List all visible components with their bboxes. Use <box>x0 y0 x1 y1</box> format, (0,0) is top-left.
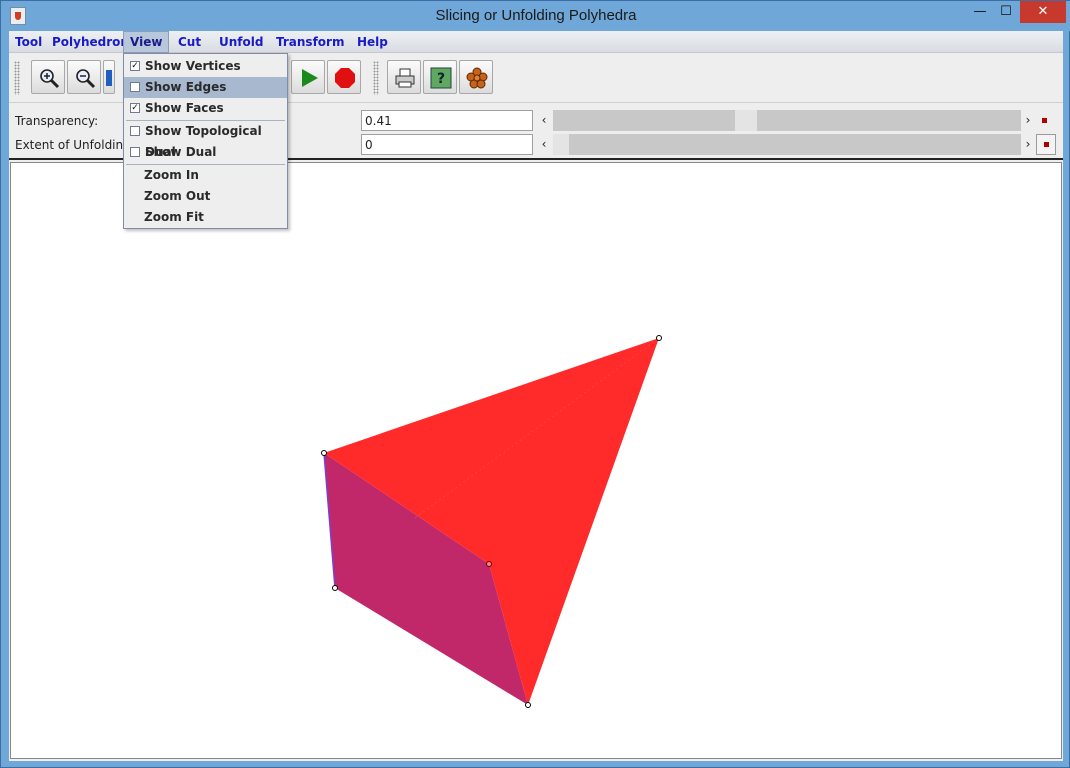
menu-item-zoom-fit[interactable]: Zoom Fit <box>124 207 287 228</box>
stop-button[interactable] <box>327 60 361 94</box>
vertex[interactable] <box>321 450 327 456</box>
menu-item-label: Show Dual <box>145 145 217 159</box>
fit-icon <box>106 70 112 86</box>
menu-cut[interactable]: Cut <box>172 31 207 53</box>
play-icon <box>302 69 318 87</box>
transparency-thumb[interactable] <box>735 110 757 131</box>
checkbox-unchecked-icon[interactable] <box>130 147 140 157</box>
fit-button[interactable] <box>103 60 115 94</box>
unfolding-right-arrow[interactable]: › <box>1021 134 1035 155</box>
polyhedron-button[interactable] <box>459 60 493 94</box>
title-bar: Slicing or Unfolding Polyhedra — ☐ ✕ <box>1 1 1070 31</box>
vertex[interactable] <box>525 702 531 708</box>
checkbox-unchecked-icon[interactable] <box>130 126 140 136</box>
view-menu-dropdown: ✓ Show Vertices Show Edges ✓ Show Faces … <box>123 53 288 229</box>
unfolding-left-arrow[interactable]: ‹ <box>537 134 551 155</box>
transparency-left-arrow[interactable]: ‹ <box>537 110 551 131</box>
menu-item-label: Zoom Out <box>144 189 211 203</box>
svg-text:?: ? <box>437 71 445 87</box>
transparency-reset-icon[interactable] <box>1037 113 1053 129</box>
minimize-button[interactable]: — <box>967 1 993 23</box>
unfolding-input[interactable] <box>361 134 533 155</box>
menu-polyhedron[interactable]: Polyhedron <box>46 31 135 53</box>
menu-item-show-vertices[interactable]: ✓ Show Vertices <box>124 56 287 77</box>
menu-item-show-faces[interactable]: ✓ Show Faces <box>124 98 287 119</box>
polyhedron-canvas[interactable] <box>10 162 1062 759</box>
menu-help[interactable]: Help <box>351 31 394 53</box>
toolbar-grip-2[interactable] <box>373 61 379 95</box>
help-icon: ? <box>430 67 452 89</box>
vertex[interactable] <box>332 585 338 591</box>
transparency-right-arrow[interactable]: › <box>1021 110 1035 131</box>
zoom-in-icon <box>40 69 60 89</box>
menu-item-label: Zoom In <box>144 168 199 182</box>
menu-item-show-topological-dual[interactable]: Show Topological Dual <box>124 121 287 159</box>
maximize-button[interactable]: ☐ <box>993 1 1019 23</box>
menu-item-zoom-out[interactable]: Zoom Out <box>124 186 287 207</box>
help-button[interactable]: ? <box>423 60 457 94</box>
app-window: Slicing or Unfolding Polyhedra — ☐ ✕ Too… <box>0 0 1070 768</box>
checkbox-unchecked-icon[interactable] <box>130 82 140 92</box>
zoom-out-button[interactable] <box>67 60 101 94</box>
menu-bar: Tool Polyhedron View Cut Unfold Transfor… <box>9 31 1063 53</box>
transparency-label: Transparency: <box>15 114 99 128</box>
menu-item-zoom-in[interactable]: Zoom In <box>124 165 287 186</box>
menu-item-label: Zoom Fit <box>144 210 204 224</box>
zoom-in-button[interactable] <box>31 60 65 94</box>
menu-view[interactable]: View <box>123 31 170 53</box>
polyhedron-view <box>321 335 662 708</box>
unfolding-label: Extent of Unfolding: <box>15 138 135 152</box>
close-button[interactable]: ✕ <box>1020 1 1066 23</box>
unfolding-reset-icon[interactable] <box>1036 134 1056 155</box>
play-button[interactable] <box>291 60 325 94</box>
menu-unfold[interactable]: Unfold <box>213 31 269 53</box>
checkbox-checked-icon[interactable]: ✓ <box>130 103 140 113</box>
print-icon <box>395 68 415 88</box>
menu-item-label: Show Faces <box>145 101 224 115</box>
transparency-input[interactable] <box>361 110 533 131</box>
checkbox-checked-icon[interactable]: ✓ <box>130 61 140 71</box>
transparency-slider[interactable] <box>553 110 1021 131</box>
unfolding-thumb[interactable] <box>553 134 569 155</box>
menu-tool[interactable]: Tool <box>9 31 48 53</box>
window-title: Slicing or Unfolding Polyhedra <box>435 7 637 24</box>
stop-icon <box>335 68 355 88</box>
print-button[interactable] <box>387 60 421 94</box>
client-area: Tool Polyhedron View Cut Unfold Transfor… <box>9 31 1063 761</box>
menu-item-label: Show Edges <box>145 80 227 94</box>
menu-item-show-edges[interactable]: Show Edges <box>124 77 287 98</box>
vertex[interactable] <box>486 561 492 567</box>
menu-transform[interactable]: Transform <box>270 31 350 53</box>
toolbar-grip[interactable] <box>14 61 20 95</box>
vertex[interactable] <box>656 335 662 341</box>
polyhedron-icon <box>466 67 488 89</box>
zoom-out-icon <box>76 69 96 89</box>
menu-item-show-dual[interactable]: Show Dual <box>124 142 287 163</box>
menu-item-label: Show Vertices <box>145 59 241 73</box>
unfolding-slider[interactable] <box>553 134 1021 155</box>
